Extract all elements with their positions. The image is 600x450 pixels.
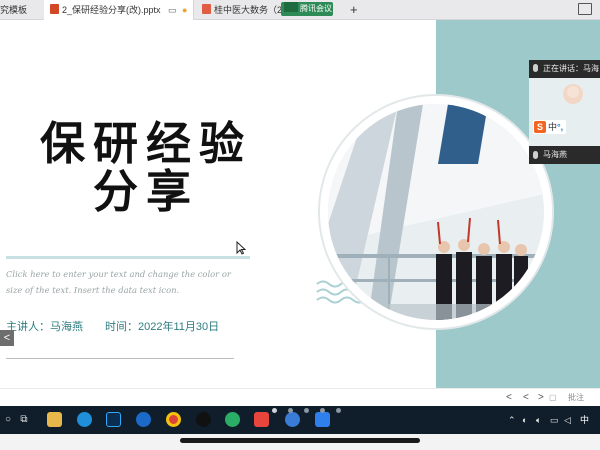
presenter-info[interactable]: 主讲人：马海燕 时间：2022年11月30日 [6, 318, 241, 334]
sogou-ime-icon: S [534, 121, 546, 133]
slide-canvas: 保研经验 分享 Click here to enter your text an… [0, 20, 600, 388]
next-page-button[interactable]: > [538, 389, 544, 407]
chevron-up-icon[interactable]: ⌃ [508, 413, 516, 427]
ie-icon[interactable] [136, 412, 151, 427]
microphone-icon [533, 64, 538, 72]
wechat-icon[interactable] [225, 412, 240, 427]
file-explorer-icon[interactable] [47, 412, 62, 427]
tab-template[interactable]: 究模板 [0, 0, 40, 20]
network-icon[interactable]: ▭ [550, 413, 559, 427]
input-method-toolbar[interactable]: S 中°, [533, 120, 567, 134]
monitor-icon[interactable]: ▭ [168, 0, 177, 20]
meeting-video-panel[interactable]: 正在讲话：马海 S 中°, 马海燕 [529, 60, 600, 164]
nav-back-button[interactable]: < [523, 389, 529, 407]
placeholder-body-text[interactable]: Click here to enter your text and change… [6, 266, 238, 298]
mouse-cursor-icon [236, 241, 246, 255]
app-icon[interactable] [315, 412, 330, 427]
participant-name: 马海燕 [543, 150, 567, 159]
page-dot-4 [320, 408, 325, 413]
speaker-icon[interactable]: 🔈︎ [536, 413, 541, 427]
tab-label: 2_保研经验分享(改).pptx [62, 5, 161, 15]
time-label: 时间：2022年11月30日 [105, 321, 220, 333]
ime-indicator[interactable]: 中 [580, 413, 589, 427]
chrome-icon[interactable] [166, 412, 181, 427]
notes-label[interactable]: 批注 [568, 389, 584, 407]
document-icon [202, 4, 211, 14]
new-tab-button[interactable]: + [350, 0, 358, 20]
participant-name-strip: 马海燕 [529, 146, 600, 164]
title-line-1: 保研经验 [39, 117, 252, 170]
page-dot-3 [304, 408, 309, 413]
page-dot-1 [272, 408, 277, 413]
avatar [529, 78, 600, 146]
speaking-indicator: 正在讲话：马海 [529, 60, 600, 78]
meeting-signal-icon [284, 2, 298, 12]
meeting-badge[interactable]: 腾讯会议 [281, 2, 333, 16]
window-layout-icon[interactable] [578, 3, 592, 15]
photoshop-icon[interactable] [106, 412, 121, 427]
search-icon[interactable]: ○ [2, 412, 14, 427]
browser-tab-bar: 究模板 2_保研经验分享(改).pptx ▭ ● 桂中医大数务（2... 腾讯会… [0, 0, 600, 20]
pptx-file-icon [50, 4, 59, 14]
unsaved-dot-icon: ● [182, 5, 188, 15]
page-dot-2 [288, 408, 293, 413]
qq-icon[interactable] [196, 412, 211, 427]
graduation-photo[interactable] [328, 104, 544, 320]
task-view-icon[interactable]: ⧉ [18, 412, 30, 427]
tencent-meeting-icon[interactable] [285, 412, 300, 427]
page-dot-5 [336, 408, 341, 413]
prev-page-button[interactable]: < [506, 389, 512, 407]
participant-video: S 中°, [529, 78, 600, 146]
presentation-status-bar: < < > ▢ 批注 [0, 388, 600, 406]
volume-icon[interactable]: ◁ [564, 413, 571, 427]
tab-label: 究模板 [0, 5, 28, 15]
comment-icon: ▢ [549, 393, 557, 402]
meeting-badge-label: 腾讯会议 [300, 4, 332, 13]
ime-chinese-mode: 中 [548, 122, 558, 132]
edge-icon[interactable] [77, 412, 92, 427]
home-gesture-bar[interactable] [180, 438, 420, 443]
previous-slide-button[interactable]: < [0, 330, 14, 346]
presenter-label: 主讲人：马海燕 [6, 321, 83, 333]
title-line-2: 分享 [92, 165, 199, 218]
speaking-label: 正在讲话：马海 [543, 64, 599, 73]
ime-punctuation-mode: °, [557, 122, 564, 132]
tray-app-icon[interactable]: ◐ [522, 413, 527, 427]
tab-label: 桂中医大数务（2... [214, 5, 290, 15]
windows-taskbar: ○ ⧉ ⌃ ◐ 🔈︎ ▭ ◁ 中 [0, 406, 600, 434]
divider-line [6, 358, 234, 359]
screen: { "tabs": [ {"label": "究模板"}, {"label": … [0, 0, 600, 450]
accent-line [6, 256, 250, 259]
microphone-icon [533, 151, 538, 159]
slide-title[interactable]: 保研经验 分享 [8, 120, 284, 216]
wps-icon[interactable] [254, 412, 269, 427]
